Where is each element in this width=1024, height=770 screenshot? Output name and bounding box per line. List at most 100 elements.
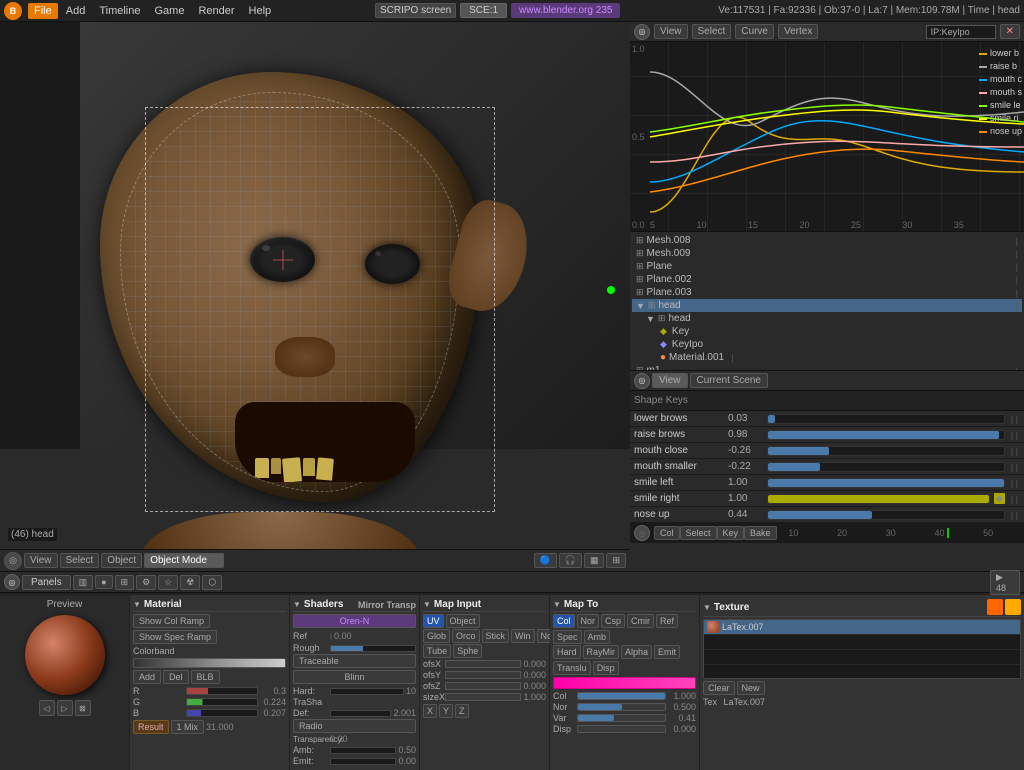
stick-btn[interactable]: Stick	[482, 629, 510, 643]
prev-btn-2[interactable]: ▷	[57, 700, 73, 716]
sizex-slider[interactable]	[445, 693, 521, 701]
mt-cmir-btn[interactable]: Cmir	[627, 614, 654, 628]
ref-slider[interactable]	[330, 633, 332, 640]
outliner-item-1[interactable]: ⊞ Mesh.009 |	[632, 247, 1022, 260]
sk-row-2[interactable]: mouth close -0.26 | |	[630, 443, 1024, 459]
key-btn[interactable]: Key	[717, 526, 745, 540]
outliner-item-0[interactable]: ⊞ Mesh.008 |	[632, 234, 1022, 247]
mt-alpha-btn[interactable]: Alpha	[621, 645, 652, 659]
mt-csp-btn[interactable]: Csp	[601, 614, 625, 628]
menu-help[interactable]: Help	[243, 3, 278, 19]
oren-n-tab[interactable]: Oren-N	[293, 614, 416, 628]
color-picker-bar[interactable]	[553, 677, 696, 689]
traceable-btn[interactable]: Traceable	[293, 654, 416, 668]
col-ramp-btn[interactable]: Show Col Ramp	[133, 614, 210, 628]
col-slider[interactable]	[577, 692, 666, 700]
cb-del-btn[interactable]: Del	[163, 670, 189, 684]
bt-icon-6[interactable]: ☢	[180, 575, 200, 590]
hard-slider[interactable]	[330, 688, 404, 695]
ipo-close-btn[interactable]: ✕	[1000, 24, 1020, 39]
menu-file[interactable]: File	[28, 3, 58, 19]
tube-btn[interactable]: Tube	[423, 644, 451, 658]
mt-col-btn[interactable]: Col	[553, 614, 575, 628]
bt-icon-3[interactable]: ⊞	[115, 575, 135, 590]
mt-disp-btn[interactable]: Disp	[593, 661, 619, 675]
sk-row-6[interactable]: nose up 0.44 | |	[630, 507, 1024, 523]
select-menu[interactable]: Select	[60, 553, 100, 568]
view-btn[interactable]: View	[652, 373, 688, 388]
mat-b-slider[interactable]	[186, 709, 258, 717]
menu-render[interactable]: Render	[192, 3, 240, 19]
blinn-tab[interactable]: Blinn	[293, 670, 416, 684]
mt-raymir-btn[interactable]: RayMir	[583, 645, 620, 659]
sk-row-3[interactable]: mouth smaller -0.22 | |	[630, 459, 1024, 475]
ipo-keyipo-input[interactable]	[926, 25, 996, 39]
sk-row-1[interactable]: raise brows 0.98 | |	[630, 427, 1024, 443]
outliner-item-material[interactable]: ● Material.001 |	[632, 351, 1022, 364]
ofsy-slider[interactable]	[445, 671, 521, 679]
outliner-item-keyipo[interactable]: ◆ KeyIpo	[632, 338, 1022, 351]
tex-icon-1[interactable]	[987, 599, 1003, 615]
nor-slider[interactable]	[577, 703, 666, 711]
mt-hard-btn[interactable]: Hard	[553, 645, 581, 659]
headphones-icon[interactable]: 🎧	[559, 553, 582, 568]
frame-input[interactable]: ▶ 48	[990, 570, 1020, 595]
scene-selector[interactable]: SCE:1	[460, 3, 507, 18]
bt-icon-7[interactable]: ⬡	[202, 575, 222, 590]
outliner-item-head-child[interactable]: ▼ ⊞ head	[632, 312, 1022, 325]
disp-slider[interactable]	[577, 725, 666, 733]
tex-item-1[interactable]	[704, 635, 1020, 650]
tex-item-2[interactable]	[704, 650, 1020, 665]
mat-g-slider[interactable]	[186, 698, 258, 706]
panels-widget[interactable]: ◎	[4, 574, 20, 590]
uv-btn[interactable]: UV	[423, 614, 444, 628]
outliner-item-3[interactable]: ⊞ Plane.002 |	[632, 273, 1022, 286]
sphe-btn[interactable]: Sphe	[453, 644, 482, 658]
colorband-bar[interactable]	[133, 658, 286, 668]
emit-slider[interactable]	[330, 758, 396, 765]
view-widget[interactable]: ◎	[634, 373, 650, 389]
mt-translu-btn[interactable]: Translu	[553, 661, 591, 675]
ipo-curve-btn[interactable]: Curve	[735, 24, 774, 39]
mt-nor-btn[interactable]: Nor	[577, 614, 600, 628]
panels-btn[interactable]: Panels	[22, 575, 71, 590]
mt-ref-btn[interactable]: Ref	[656, 614, 678, 628]
menu-game[interactable]: Game	[148, 3, 190, 19]
col-btn[interactable]: Col	[654, 526, 680, 540]
mt-emit-btn[interactable]: Emit	[654, 645, 680, 659]
tex-item-0[interactable]: LaTex.007	[704, 620, 1020, 635]
cb-type-btn[interactable]: BLB	[191, 670, 220, 684]
new-tex-btn[interactable]: New	[737, 681, 765, 695]
screen-selector[interactable]: SCRIPO screen	[375, 3, 456, 18]
blender-url[interactable]: www.blender.org 235	[511, 3, 620, 18]
expand-icon[interactable]: ⊞	[606, 553, 626, 568]
amb-slider[interactable]	[330, 747, 396, 754]
ipo-widget[interactable]: ◎	[634, 24, 650, 40]
win-btn[interactable]: Win	[511, 629, 535, 643]
bt-icon-1[interactable]: ▥	[73, 575, 94, 590]
ofsx-slider[interactable]	[445, 660, 521, 668]
sk-row-5[interactable]: smile right 1.00 ◆ | |	[630, 491, 1024, 507]
grid-icon[interactable]: ▦	[584, 553, 605, 568]
bt-icon-2[interactable]: ●	[95, 575, 112, 589]
outliner-item-head[interactable]: ▼ ⊞ head |	[632, 299, 1022, 312]
outliner-item-4[interactable]: ⊞ Plane.003 |	[632, 286, 1022, 299]
mt-spec-btn[interactable]: Spec	[553, 630, 582, 644]
def-slider[interactable]	[330, 710, 391, 717]
radio-btn[interactable]: Radio	[293, 719, 416, 733]
result-mix-btn[interactable]: 1 Mix	[171, 720, 205, 734]
sk-widget[interactable]: ◎	[634, 525, 650, 541]
view-menu[interactable]: View	[24, 553, 58, 568]
render-icon-btn[interactable]: 🔵	[534, 553, 557, 568]
ofsz-slider[interactable]	[445, 682, 521, 690]
sk-row-4[interactable]: smile left 1.00 | |	[630, 475, 1024, 491]
bake-btn[interactable]: Bake	[744, 526, 777, 540]
mode-selector[interactable]: Object Mode	[144, 553, 224, 568]
clear-btn[interactable]: Clear	[703, 681, 735, 695]
x-btn[interactable]: X	[423, 704, 437, 718]
result-btn[interactable]: Result	[133, 720, 169, 734]
var-slider[interactable]	[577, 714, 666, 722]
y-btn[interactable]: Y	[439, 704, 453, 718]
mat-r-slider[interactable]	[186, 687, 258, 695]
object-btn[interactable]: Object	[446, 614, 480, 628]
